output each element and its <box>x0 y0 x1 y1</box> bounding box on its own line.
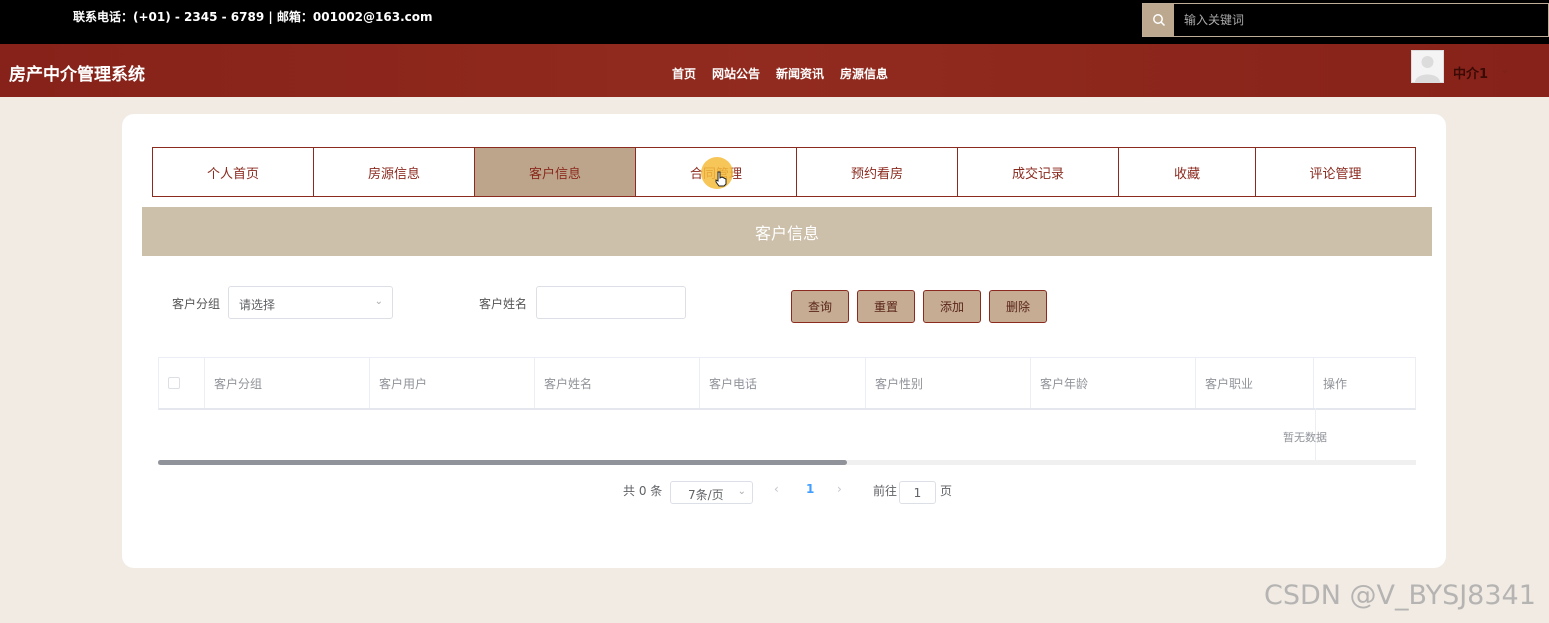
site-title: 房产中介管理系统 <box>9 65 145 85</box>
customer-name-label: 客户姓名 <box>479 297 528 311</box>
customer-group-value: 请选择 <box>239 298 276 312</box>
column-header[interactable]: 客户分组 <box>205 358 370 408</box>
column-header[interactable]: 客户姓名 <box>535 358 700 408</box>
reset-button[interactable]: 重置 <box>857 290 915 323</box>
goto-page-input[interactable]: 1 <box>899 481 936 504</box>
delete-button[interactable]: 删除 <box>989 290 1047 323</box>
table-header: 客户分组 客户用户 客户姓名 客户电话 客户性别 客户年龄 客户职业 操作 <box>159 358 1415 408</box>
avatar-icon <box>1415 56 1440 82</box>
column-header[interactable]: 客户职业 <box>1196 358 1314 408</box>
column-header[interactable]: 客户用户 <box>370 358 535 408</box>
watermark: CSDN @V_BYSJ8341 <box>1264 580 1536 611</box>
user-avatar[interactable] <box>1411 50 1444 83</box>
column-header: 操作 <box>1323 376 1348 391</box>
page-suffix: 页 <box>940 484 953 498</box>
tab-customers[interactable]: 客户信息 <box>474 147 636 197</box>
column-header[interactable]: 客户年龄 <box>1031 358 1196 408</box>
scrollbar-thumb[interactable] <box>158 460 847 465</box>
next-page-icon[interactable]: › <box>837 482 842 496</box>
top-bar: 联系电话：(+01) - 2345 - 6789 | 邮箱：001002@163… <box>0 0 1549 44</box>
empty-text: 暂无数据 <box>1283 431 1327 444</box>
content-card: 个人首页 房源信息 客户信息 合同管理 预约看房 成交记录 收藏 评论管理 客户… <box>122 114 1446 568</box>
pointer-cursor-icon <box>714 171 728 191</box>
chevron-down-icon: ⌄ <box>374 296 383 307</box>
customer-name-input[interactable] <box>536 286 686 319</box>
select-all-checkbox[interactable] <box>168 377 180 389</box>
column-header[interactable]: 客户电话 <box>700 358 866 408</box>
center-tabs: 个人首页 房源信息 客户信息 合同管理 预约看房 成交记录 收藏 评论管理 <box>152 147 1416 197</box>
chevron-down-icon[interactable]: ⌄ <box>1500 63 1509 76</box>
add-button[interactable]: 添加 <box>923 290 981 323</box>
search-icon <box>1152 14 1165 27</box>
user-name[interactable]: 中介1 <box>1453 63 1488 82</box>
total-count: 共 0 条 <box>623 484 663 498</box>
nav-listings[interactable]: 房源信息 <box>840 65 888 82</box>
tab-favorites[interactable]: 收藏 <box>1118 147 1256 197</box>
tab-deals[interactable]: 成交记录 <box>957 147 1119 197</box>
customer-table: 客户分组 客户用户 客户姓名 客户电话 客户性别 客户年龄 客户职业 操作 <box>158 357 1416 410</box>
page-size-value: 7条/页 <box>688 488 724 502</box>
main-nav: 首页 网站公告 新闻资讯 房源信息 <box>672 65 888 82</box>
customer-group-select[interactable]: 请选择 ⌄ <box>228 286 393 319</box>
contact-info: 联系电话：(+01) - 2345 - 6789 | 邮箱：001002@163… <box>73 10 433 24</box>
page-size-select[interactable]: 7条/页 ⌄ <box>670 481 753 504</box>
nav-news[interactable]: 新闻资讯 <box>776 65 824 82</box>
page-title: 客户信息 <box>142 207 1432 256</box>
chevron-down-icon: ⌄ <box>737 486 746 497</box>
query-button[interactable]: 查询 <box>791 290 849 323</box>
prev-page-icon[interactable]: ‹ <box>774 482 779 496</box>
customer-group-label: 客户分组 <box>172 297 221 311</box>
tab-personal-home[interactable]: 个人首页 <box>152 147 314 197</box>
nav-home[interactable]: 首页 <box>672 65 696 82</box>
site-header: 房产中介管理系统 首页 网站公告 新闻资讯 房源信息 中介1 ⌄ <box>0 44 1549 97</box>
select-all-cell <box>159 358 205 408</box>
nav-announcements[interactable]: 网站公告 <box>712 65 760 82</box>
tab-viewings[interactable]: 预约看房 <box>796 147 958 197</box>
column-header[interactable]: 客户性别 <box>866 358 1031 408</box>
search-input[interactable] <box>1174 4 1548 36</box>
page-number[interactable]: 1 <box>806 482 814 496</box>
search-box <box>1142 3 1549 37</box>
tab-listings[interactable]: 房源信息 <box>313 147 475 197</box>
goto-label: 前往 <box>873 484 898 498</box>
tab-comments[interactable]: 评论管理 <box>1255 147 1416 197</box>
search-button[interactable] <box>1143 4 1174 36</box>
